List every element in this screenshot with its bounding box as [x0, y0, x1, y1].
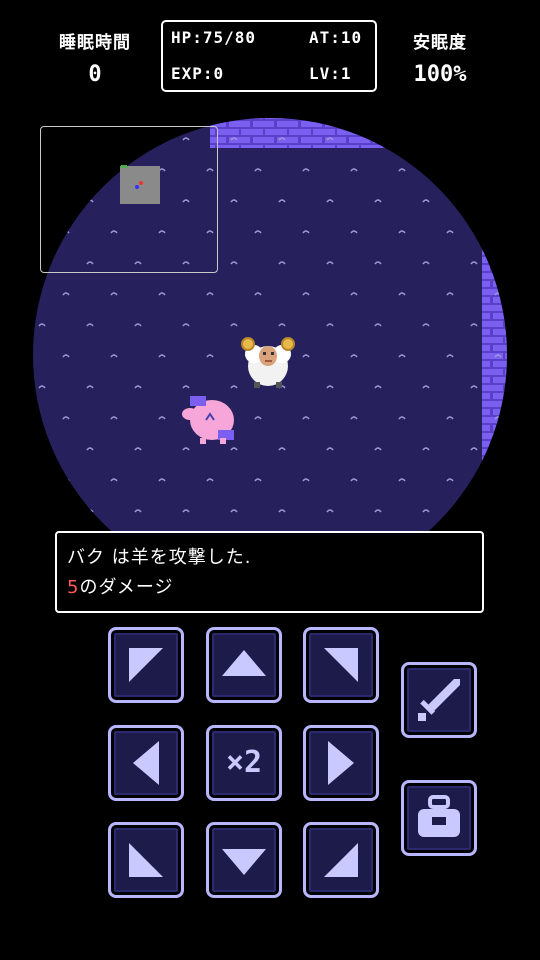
floor-tile-mark	[422, 137, 430, 141]
move-up-button[interactable]	[206, 627, 282, 703]
message-line-1: バク は羊を攻撃した.	[67, 547, 252, 568]
floor-tile-mark	[470, 509, 478, 513]
minimap-player-dot	[135, 185, 139, 189]
arrow-right-icon	[328, 741, 354, 785]
message-line-2: 5のダメージ	[67, 573, 174, 599]
speed-x2-label: ×2	[225, 745, 263, 780]
floor-tile-mark	[494, 478, 502, 482]
floor-tile-mark	[38, 447, 46, 451]
floor-tile-mark	[494, 230, 502, 234]
floor-tile-mark	[494, 168, 502, 172]
damage-number: 5	[67, 577, 80, 598]
speed-x2-button[interactable]: ×2	[206, 725, 282, 801]
top-wall	[210, 118, 410, 148]
damage-text: のダメージ	[79, 577, 174, 598]
message-box: バク は羊を攻撃した. 5のダメージ	[55, 531, 484, 613]
minimap-room	[120, 166, 160, 204]
move-down-button[interactable]	[206, 822, 282, 898]
move-down-right-button[interactable]	[303, 822, 379, 898]
floor-tile-mark	[62, 478, 70, 482]
floor-tile-mark	[494, 540, 502, 544]
baku-player	[182, 396, 234, 444]
floor-tile-mark	[38, 509, 46, 513]
sword-icon	[418, 679, 460, 721]
minimap	[40, 126, 218, 273]
floor-tile-mark	[470, 199, 478, 203]
bag-icon	[418, 795, 460, 837]
minimap-enemy-dot	[139, 181, 143, 185]
move-up-right-button[interactable]	[303, 627, 379, 703]
item-bag-button[interactable]	[401, 780, 477, 856]
move-right-button[interactable]	[303, 725, 379, 801]
attack-button[interactable]	[401, 662, 477, 738]
move-down-left-button[interactable]	[108, 822, 184, 898]
floor-tile-mark	[446, 168, 454, 172]
arrow-left-icon	[133, 741, 159, 785]
floor-tile-mark	[374, 137, 382, 141]
floor-tile-mark	[86, 509, 94, 513]
arrow-up-icon	[222, 650, 266, 676]
arrow-up-left-icon	[129, 648, 163, 682]
arrow-down-right-icon	[324, 843, 358, 877]
arrow-down-icon	[222, 849, 266, 875]
floor-tile-mark	[470, 137, 478, 141]
sheep-enemy	[241, 337, 295, 388]
arrow-down-left-icon	[129, 843, 163, 877]
minimap-wall-marker	[121, 165, 127, 168]
arrow-up-right-icon	[324, 648, 358, 682]
right-wall	[482, 250, 507, 500]
move-left-button[interactable]	[108, 725, 184, 801]
move-up-left-button[interactable]	[108, 627, 184, 703]
